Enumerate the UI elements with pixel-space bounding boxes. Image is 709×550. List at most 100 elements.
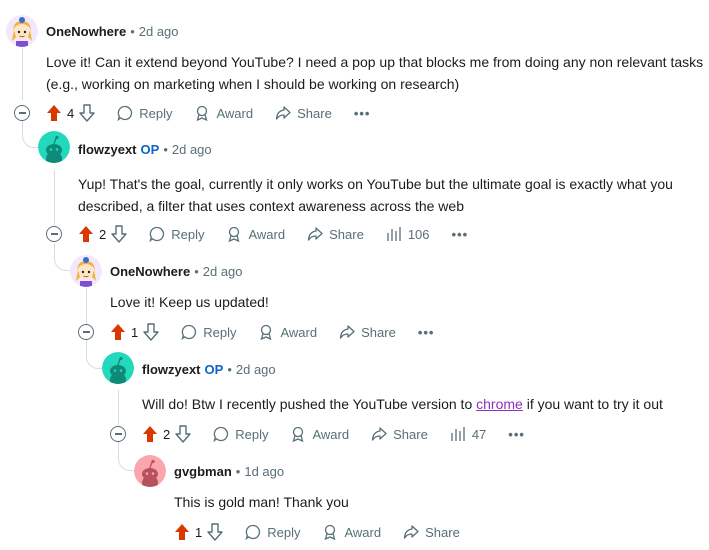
author-name[interactable]: gvgbman <box>174 464 232 479</box>
avatar-onenowhere-icon <box>6 15 38 47</box>
share-button[interactable]: Share <box>275 105 332 121</box>
reply-button[interactable]: Reply <box>181 324 236 340</box>
reply-label: Reply <box>267 524 301 540</box>
vote-count: 4 <box>67 105 75 121</box>
author-name[interactable]: flowzyext <box>78 142 137 157</box>
more-icon[interactable]: ••• <box>354 106 371 121</box>
upvote-icon[interactable] <box>110 323 126 341</box>
meta-separator: • <box>163 141 168 157</box>
thread-line <box>86 288 87 324</box>
views-label: 47 <box>471 426 487 442</box>
views-icon <box>451 427 465 441</box>
vote-group: 4 <box>46 104 95 122</box>
reply-button[interactable]: Reply <box>213 426 268 442</box>
comment-meta: OneNowhere • 2d ago <box>46 21 179 41</box>
award-button[interactable]: Award <box>226 226 285 242</box>
author-name[interactable]: flowzyext <box>142 362 201 377</box>
reply-label: Reply <box>235 426 269 442</box>
comment-text: Will do! Btw I recently pushed the YouTu… <box>142 396 477 412</box>
views-icon <box>387 227 401 241</box>
meta-separator: • <box>194 263 199 279</box>
comment-body: Love it! Can it extend beyond YouTube? I… <box>46 54 704 92</box>
more-icon[interactable]: ••• <box>418 325 435 340</box>
downvote-icon[interactable] <box>143 323 159 341</box>
downvote-icon[interactable] <box>111 225 127 243</box>
award-button[interactable]: Award <box>258 324 317 340</box>
avatar-onenowhere-icon <box>70 255 102 287</box>
reply-icon <box>245 524 261 540</box>
share-label: Share <box>393 426 428 442</box>
meta-separator: • <box>130 23 135 39</box>
collapse-icon[interactable] <box>14 105 30 121</box>
vote-group: 2 <box>78 225 127 243</box>
award-button[interactable]: Award <box>290 426 349 442</box>
author-name[interactable]: OneNowhere <box>110 264 190 279</box>
comment-actions: 1 Reply Award Share <box>174 520 460 544</box>
award-icon <box>325 524 336 540</box>
timestamp[interactable]: 2d ago <box>236 362 276 377</box>
share-label: Share <box>329 226 364 242</box>
comment-meta: OneNowhere • 2d ago <box>110 261 243 281</box>
reply-button[interactable]: Reply <box>117 105 172 121</box>
author-name[interactable]: OneNowhere <box>46 24 126 39</box>
collapse-icon[interactable] <box>46 226 62 242</box>
meta-separator: • <box>227 361 232 377</box>
comment-actions: 1 Reply Award Share ••• <box>110 320 434 344</box>
award-icon <box>293 426 304 442</box>
views-count[interactable]: 47 <box>450 426 486 442</box>
thread-connector <box>54 243 72 271</box>
avatar[interactable] <box>134 455 166 487</box>
reply-button[interactable]: Reply <box>245 524 300 540</box>
thread-connector <box>118 442 136 471</box>
comment-meta: gvgbman • 1d ago <box>174 461 284 481</box>
share-button[interactable]: Share <box>403 524 460 540</box>
avatar-flowzyext-icon <box>38 131 70 163</box>
share-button[interactable]: Share <box>371 426 428 442</box>
collapse-icon[interactable] <box>110 426 126 442</box>
share-button[interactable]: Share <box>339 324 396 340</box>
more-icon[interactable]: ••• <box>452 227 469 242</box>
thread-line <box>54 170 55 226</box>
award-button[interactable]: Award <box>194 105 253 121</box>
share-button[interactable]: Share <box>307 226 364 242</box>
avatar[interactable] <box>102 352 134 384</box>
vote-group: 1 <box>110 323 159 341</box>
vote-count: 1 <box>195 524 203 540</box>
upvote-icon[interactable] <box>142 425 158 443</box>
share-label: Share <box>361 324 396 340</box>
vote-group: 1 <box>174 523 223 541</box>
reply-icon <box>181 324 197 340</box>
avatar[interactable] <box>6 15 38 47</box>
avatar[interactable] <box>70 255 102 287</box>
comment-text: if you want to try it out <box>522 396 663 412</box>
upvote-icon[interactable] <box>78 225 94 243</box>
comment-actions: 4 Reply Award Share ••• <box>46 101 370 125</box>
reply-label: Reply <box>171 226 205 242</box>
timestamp[interactable]: 2d ago <box>172 142 212 157</box>
upvote-icon[interactable] <box>46 104 62 122</box>
award-label: Award <box>344 524 382 540</box>
downvote-icon[interactable] <box>175 425 191 443</box>
timestamp[interactable]: 2d ago <box>203 264 243 279</box>
downvote-icon[interactable] <box>79 104 95 122</box>
timestamp[interactable]: 1d ago <box>244 464 284 479</box>
vote-group: 2 <box>142 425 191 443</box>
award-label: Award <box>248 226 286 242</box>
award-label: Award <box>280 324 318 340</box>
reply-button[interactable]: Reply <box>149 226 204 242</box>
chrome-link[interactable]: chrome <box>476 396 523 412</box>
avatar[interactable] <box>38 131 70 163</box>
downvote-icon[interactable] <box>207 523 223 541</box>
more-icon[interactable]: ••• <box>508 427 525 442</box>
award-label: Award <box>216 105 254 121</box>
award-icon <box>229 226 240 242</box>
award-button[interactable]: Award <box>322 524 381 540</box>
share-icon <box>275 106 291 120</box>
views-count[interactable]: 106 <box>386 226 430 242</box>
upvote-icon[interactable] <box>174 523 190 541</box>
vote-count: 1 <box>131 324 139 340</box>
timestamp[interactable]: 2d ago <box>139 24 179 39</box>
collapse-icon[interactable] <box>78 324 94 340</box>
thread-line <box>22 48 23 100</box>
comment-body: This is gold man! Thank you <box>174 494 349 510</box>
